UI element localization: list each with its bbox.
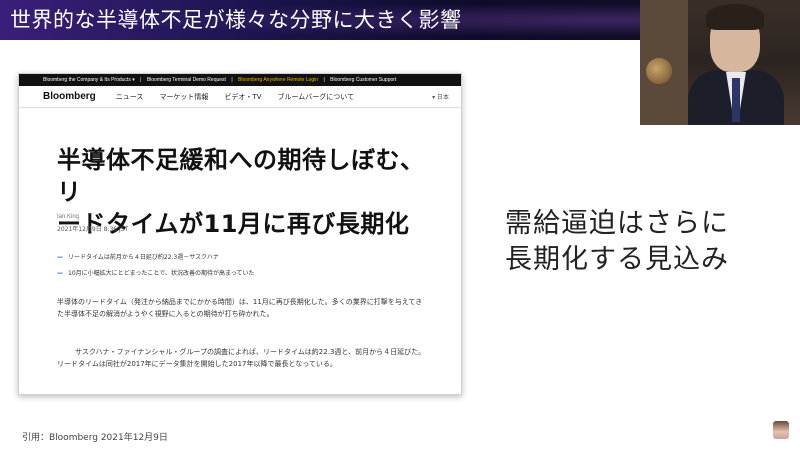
utility-item-terminal[interactable]: Bloomberg Terminal Demo Request [147,77,226,83]
nav-item-news[interactable]: ニュース [116,92,144,102]
utility-separator: | [140,77,142,83]
nav-item-about[interactable]: ブルームバーグについて [278,92,355,102]
article-date: 2021年12月9日 8:36 JST [57,226,129,233]
nav-item-markets[interactable]: マーケット情報 [159,92,208,102]
utility-item-remote-login[interactable]: Bloomberg Anywhere Remote Login [238,77,318,83]
globe-icon [646,58,672,84]
speaker-hair [706,4,764,30]
bloomberg-logo[interactable]: Bloomberg [43,91,96,102]
utility-item-support[interactable]: Bloomberg Customer Support [330,77,396,83]
speaker-tie [732,78,740,122]
slide-title: 世界的な半導体不足が様々な分野に大きく影響 [10,8,462,32]
bullet-item: 10月に小幅拡大にとどまったことで、状況改善の期待が高まっていた [57,266,427,282]
article-bullets: リードタイムは前月から４日延び約22.3週－サスクハナ 10月に小幅拡大にとどま… [57,250,427,282]
language-selector[interactable]: ▾ 日本 [432,92,449,101]
speaker-video [640,0,800,125]
utility-separator: | [323,77,325,83]
article-screenshot: Bloomberg the Company & Its Products ▾ |… [18,73,462,395]
caption-line: 長期化する見込み [505,244,729,275]
headline-line: 半導体不足緩和への期待しぼむ、リ [57,146,425,206]
utility-bar: Bloomberg the Company & Its Products ▾ |… [19,74,461,86]
article-paragraph-text: サスクハナ・ファイナンシャル・グループの調査によれば、リードタイムは約22.3週… [57,348,426,368]
utility-item-company[interactable]: Bloomberg the Company & Its Products ▾ [43,77,135,83]
utility-separator: | [231,77,233,83]
nav-item-video-tv[interactable]: ビデオ・TV [224,92,261,102]
slide-caption: 需給逼迫はさらに 長期化する見込み [505,206,729,278]
bullet-item: リードタイムは前月から４日延び約22.3週－サスクハナ [57,250,427,266]
caption-line: 需給逼迫はさらに [505,208,729,239]
participant-avatar[interactable] [773,421,789,439]
article-paragraph: 半導体のリードタイム（発注から納品までにかかる時間）は、11月に再び長期化した。… [57,298,423,318]
article-author[interactable]: Ian King [57,214,79,220]
article-nav: Bloomberg ニュース マーケット情報 ビデオ・TV ブルームバーグについ… [19,86,461,108]
article-paragraph: サスクハナ・ファイナンシャル・グループの調査によれば、リードタイムは約22.3週… [57,346,427,370]
citation-text: 引用：Bloomberg 2021年12月9日 [22,433,168,443]
